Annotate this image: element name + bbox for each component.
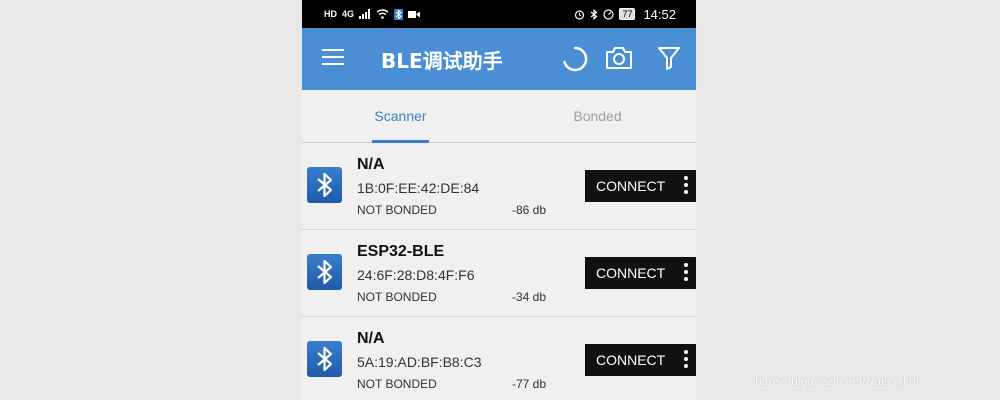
more-options-icon[interactable] <box>684 350 688 371</box>
connect-label: CONNECT <box>596 178 666 194</box>
status-time: 14:52 <box>643 6 676 22</box>
device-row[interactable]: ESP32-BLE 24:6F:28:D8:4F:F6 NOT BONDED -… <box>302 230 696 317</box>
watermark: https://blog.csdn.net/Naisu_kun <box>755 374 923 388</box>
connect-label: CONNECT <box>596 265 666 281</box>
wifi-icon <box>376 9 389 19</box>
connect-label: CONNECT <box>596 352 666 368</box>
app-bar: BLE调试助手 <box>302 28 696 90</box>
bluetooth-icon <box>307 167 342 203</box>
more-options-icon[interactable] <box>684 263 688 284</box>
speed-icon <box>603 8 615 20</box>
device-rssi: -86 db <box>512 203 547 217</box>
device-rssi: -34 db <box>512 290 547 304</box>
device-mac: 1B:0F:EE:42:DE:84 <box>357 180 480 196</box>
more-options-icon[interactable] <box>684 176 688 197</box>
bond-status: NOT BONDED <box>357 203 437 217</box>
bluetooth-icon <box>307 341 342 377</box>
network-type: 4G <box>342 9 355 19</box>
menu-icon[interactable] <box>322 49 344 67</box>
device-name: N/A <box>357 156 385 173</box>
battery-indicator: 77 <box>619 8 636 20</box>
device-row[interactable]: N/A 5A:19:AD:BF:B8:C3 NOT BONDED -77 db … <box>302 317 696 400</box>
refresh-spinner-icon[interactable] <box>561 45 589 73</box>
bluetooth-status-icon <box>394 8 404 20</box>
connect-button[interactable]: CONNECT <box>585 344 696 376</box>
device-mac: 5A:19:AD:BF:B8:C3 <box>357 354 482 370</box>
phone-screen: HD 4G 77 14:52 BLE调试助手 Scanner Bonded N/… <box>302 0 696 400</box>
bluetooth-icon <box>307 254 342 290</box>
status-right: 77 14:52 <box>574 7 676 22</box>
app-title: BLE调试助手 <box>381 49 503 73</box>
video-icon <box>408 10 421 18</box>
connect-button[interactable]: CONNECT <box>585 170 696 202</box>
status-left: HD 4G <box>324 8 421 20</box>
bond-status: NOT BONDED <box>357 290 437 304</box>
filter-icon[interactable] <box>657 45 681 71</box>
connect-button[interactable]: CONNECT <box>585 257 696 289</box>
device-list: N/A 1B:0F:EE:42:DE:84 NOT BONDED -86 db … <box>302 143 696 400</box>
alarm-icon <box>575 9 585 20</box>
tab-scanner[interactable]: Scanner <box>302 90 499 142</box>
signal-icon <box>359 9 371 19</box>
tab-bonded[interactable]: Bonded <box>499 90 696 142</box>
device-name: N/A <box>357 330 385 347</box>
hd-badge: HD <box>324 9 337 19</box>
device-name: ESP32-BLE <box>357 243 445 260</box>
device-row[interactable]: N/A 1B:0F:EE:42:DE:84 NOT BONDED -86 db … <box>302 143 696 230</box>
camera-icon[interactable] <box>604 45 634 71</box>
bond-status: NOT BONDED <box>357 377 437 391</box>
bluetooth-icon <box>591 8 598 20</box>
device-rssi: -77 db <box>512 377 547 391</box>
status-bar: HD 4G 77 14:52 <box>302 0 696 28</box>
tab-bar: Scanner Bonded <box>302 90 696 143</box>
device-mac: 24:6F:28:D8:4F:F6 <box>357 267 475 283</box>
